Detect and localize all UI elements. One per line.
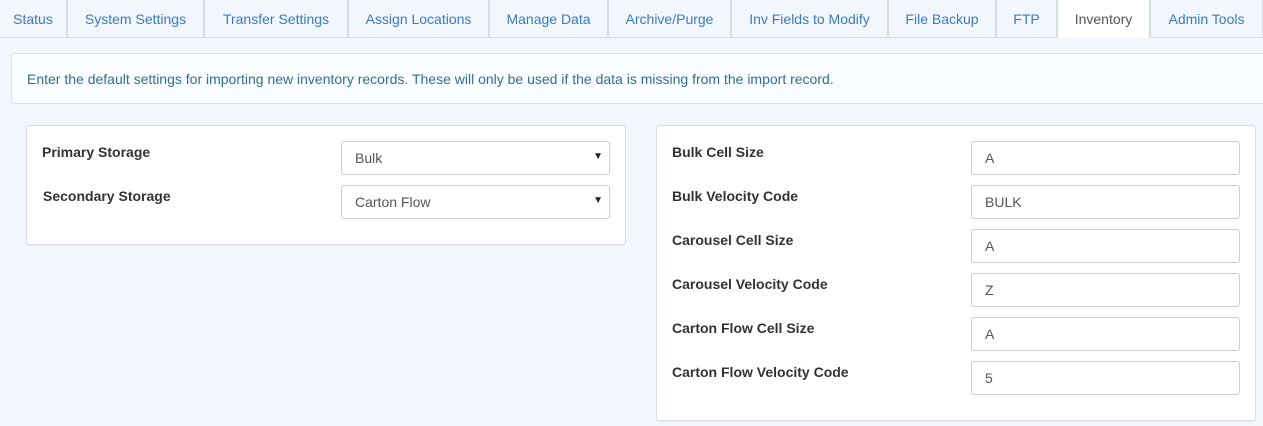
field-value: Z <box>985 282 994 298</box>
carton-flow-velocity-code-input[interactable]: 5 <box>971 361 1240 395</box>
field-value: A <box>985 150 995 166</box>
tab-status[interactable]: Status <box>0 0 67 37</box>
tab-system-settings[interactable]: System Settings <box>67 0 204 37</box>
storage-panel: Primary Storage Bulk ▼ Secondary Storage… <box>26 125 626 245</box>
tab-ftp[interactable]: FTP <box>996 0 1057 37</box>
carousel-cell-size-input[interactable]: A <box>971 229 1240 263</box>
settings-tab-bar: Status System Settings Transfer Settings… <box>0 0 1263 38</box>
field-label: Bulk Velocity Code <box>672 188 799 204</box>
tab-admin-tools[interactable]: Admin Tools <box>1150 0 1263 37</box>
cell-velocity-panel: Bulk Cell Size A Bulk Velocity Code BULK… <box>656 125 1256 421</box>
tab-file-backup[interactable]: File Backup <box>888 0 996 37</box>
carousel-velocity-code-input[interactable]: Z <box>971 273 1240 307</box>
info-message: Enter the default settings for importing… <box>11 53 1263 104</box>
carton-flow-cell-size-input[interactable]: A <box>971 317 1240 351</box>
primary-storage-select[interactable]: Bulk ▼ <box>341 141 610 175</box>
primary-storage-label: Primary Storage <box>42 144 151 160</box>
secondary-storage-select[interactable]: Carton Flow ▼ <box>341 185 610 219</box>
field-label: Bulk Cell Size <box>672 144 764 160</box>
secondary-storage-label: Secondary Storage <box>43 188 171 204</box>
field-value: A <box>985 238 995 254</box>
field-value: 5 <box>985 370 993 386</box>
field-value: BULK <box>985 194 1022 210</box>
tab-transfer-settings[interactable]: Transfer Settings <box>204 0 348 37</box>
field-label: Carton Flow Cell Size <box>672 320 815 336</box>
field-label: Carousel Velocity Code <box>672 276 828 292</box>
info-message-text: Enter the default settings for importing… <box>27 70 834 87</box>
tab-assign-locations[interactable]: Assign Locations <box>348 0 489 37</box>
field-label: Carton Flow Velocity Code <box>672 364 849 380</box>
primary-storage-value: Bulk <box>355 150 383 166</box>
tab-inv-fields-to-modify[interactable]: Inv Fields to Modify <box>731 0 888 37</box>
tab-inventory[interactable]: Inventory <box>1057 0 1150 38</box>
chevron-down-icon: ▼ <box>593 195 603 206</box>
bulk-cell-size-input[interactable]: A <box>971 141 1240 175</box>
chevron-down-icon: ▼ <box>593 151 603 162</box>
secondary-storage-value: Carton Flow <box>355 194 431 210</box>
bulk-velocity-code-input[interactable]: BULK <box>971 185 1240 219</box>
field-value: A <box>985 326 995 342</box>
tab-archive-purge[interactable]: Archive/Purge <box>608 0 731 37</box>
tab-manage-data[interactable]: Manage Data <box>489 0 608 37</box>
field-label: Carousel Cell Size <box>672 232 794 248</box>
